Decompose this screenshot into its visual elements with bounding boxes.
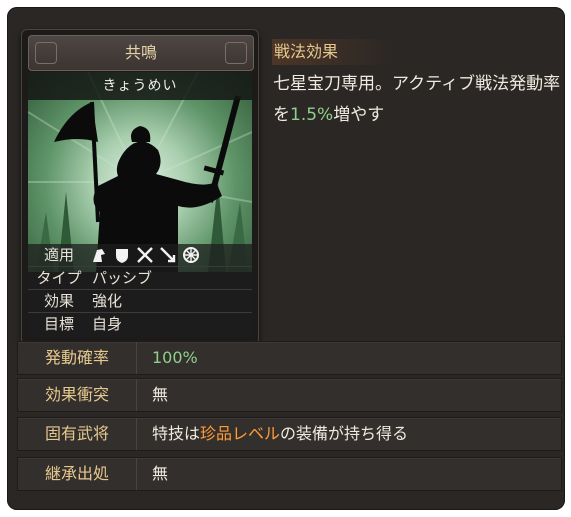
effect-rate: 1.5% [290,105,334,125]
effect-heading: 戦法効果 [272,39,394,65]
property-key: 目標 [43,315,74,333]
stat-value-highlight: 珍品レベル [200,424,281,443]
effect-text-after: 増やす [333,105,385,125]
stat-unique-general: 固有武将 特技は珍品レベルの装備が持ち得る [17,417,562,451]
stat-value: 100% [152,348,198,367]
stat-label: 継承出処 [18,458,137,490]
property-effect: 効果 強化 [28,290,252,313]
arrow-icon [159,246,177,264]
property-value: パッシブ [92,269,153,287]
stat-value-before: 特技は [152,424,201,443]
stat-value: 無 [152,385,169,404]
skill-artwork: きょうめい [28,72,252,272]
skill-reading: きょうめい [28,72,252,100]
crossed-weapons-icon [136,246,154,264]
stat-inheritance-source: 継承出処 無 [17,457,562,491]
property-key: タイプ [36,269,82,287]
property-type: タイプ パッシブ [28,267,252,290]
skill-card: 共鳴 きょうめい 適用 タイプ パッシブ 効果 強化 目標 自身 [21,29,259,345]
wheel-icon [182,246,200,264]
stat-label: 発動確率 [18,342,137,374]
banner-ornament-left [35,42,57,64]
stat-value: 特技は珍品レベルの装備が持ち得る [152,418,408,450]
banner-ornament-right [225,42,247,64]
property-key: 適用 [43,246,74,264]
warrior-silhouette-illustration [28,72,252,272]
stat-value: 無 [152,464,169,483]
stat-value-after: の装備が持ち得る [280,424,409,443]
stat-activation-rate: 発動確率 100% [17,341,562,375]
skill-name: 共鳴 [124,43,157,62]
property-value: 自身 [92,315,123,333]
shield-icon [113,246,131,264]
stat-label: 効果衝突 [18,379,137,411]
skill-detail-panel: 共鳴 きょうめい 適用 タイプ パッシブ 効果 強化 目標 自身 戦法効果 七星… [7,7,565,510]
effect-description: 七星宝刀専用。アクティブ戦法発動率を1.5%増やす [273,69,563,131]
property-applicable: 適用 [28,244,252,267]
stat-effect-conflict: 効果衝突 無 [17,378,562,412]
property-value: 強化 [92,292,123,310]
stat-label: 固有武将 [18,418,137,450]
applicable-unit-icons [90,246,200,264]
skill-name-banner: 共鳴 [28,35,254,71]
property-key: 効果 [43,292,74,310]
skill-properties: 適用 タイプ パッシブ 効果 強化 目標 自身 [28,244,252,338]
horse-icon [90,246,108,264]
property-target: 目標 自身 [28,313,252,335]
